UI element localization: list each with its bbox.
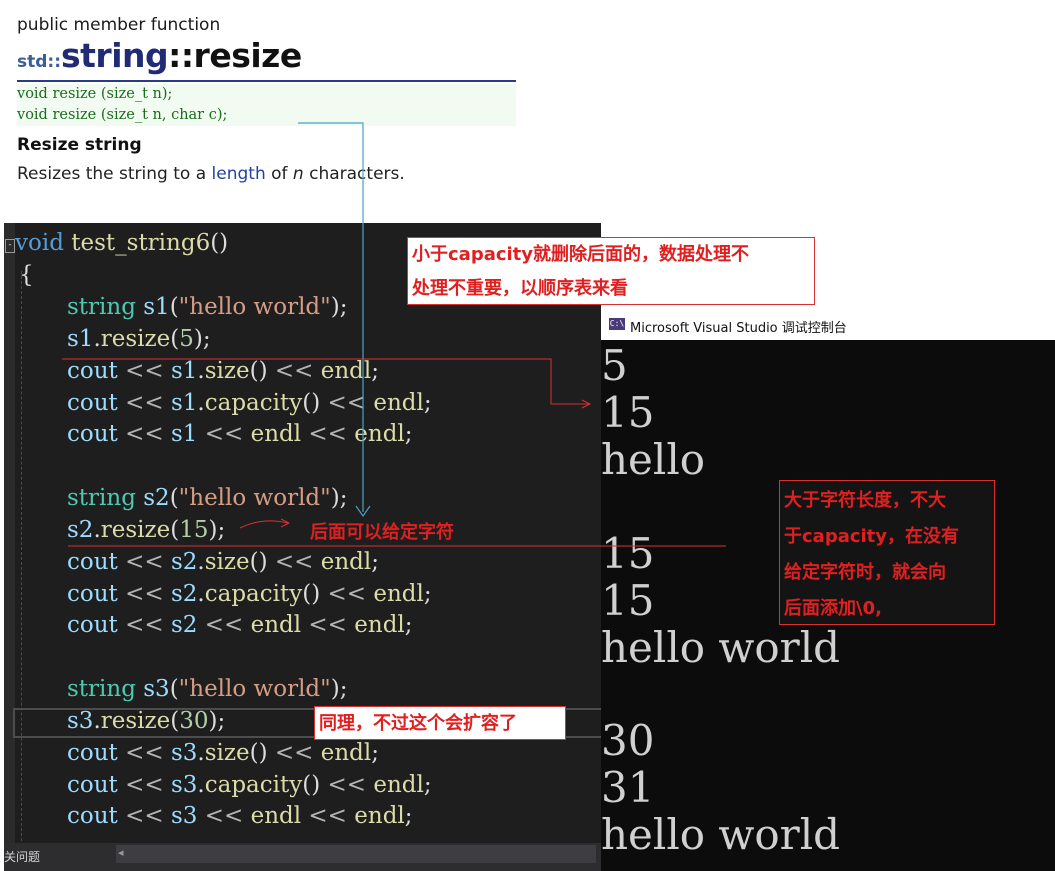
title-class[interactable]: string: [61, 36, 169, 75]
code-line[interactable]: cout << s1 << endl << endl;: [67, 419, 413, 449]
annotation-fill-char: 后面可以给定字符: [310, 522, 454, 543]
prototype-2: void resize (size_t n, char c);: [17, 107, 228, 123]
code-line[interactable]: cout << s1.capacity() << endl;: [67, 388, 432, 418]
code-line[interactable]: cout << s3.size() << endl;: [67, 738, 379, 768]
title-rule: [17, 80, 516, 82]
status-text[interactable]: 关问题: [4, 848, 40, 865]
console-app-icon: C:\: [609, 318, 625, 330]
length-link[interactable]: length: [212, 164, 266, 184]
collapse-icon[interactable]: -: [5, 239, 15, 253]
console-output-line: 30: [601, 716, 655, 765]
console-output-line: hello world: [601, 810, 841, 859]
title-separator: ::: [168, 36, 194, 75]
console-output-line: hello: [601, 435, 706, 484]
title-method: resize: [193, 36, 303, 75]
code-line[interactable]: s1.resize(5);: [67, 324, 211, 354]
section-heading: Resize string: [17, 135, 142, 155]
title-namespace[interactable]: std::: [17, 52, 61, 72]
console-output-line: 15: [601, 388, 655, 437]
code-line[interactable]: s3.resize(30);: [67, 706, 225, 736]
annotation-box-capacity-shrink: 小于capacity就删除后面的，数据处理不 处理不重要，以顺序表来看: [407, 237, 815, 305]
code-line[interactable]: cout << s2.capacity() << endl;: [67, 579, 432, 609]
code-line[interactable]: cout << s2.size() << endl;: [67, 547, 379, 577]
console-title: Microsoft Visual Studio 调试控制台: [630, 321, 847, 336]
annotation-box-null-fill: 大于字符长度，不大 于capacity，在没有 给定字符时，就会向 后面添加\0…: [779, 480, 995, 625]
console-output-line: 5: [601, 341, 628, 390]
code-line-brace[interactable]: {: [19, 260, 34, 290]
horizontal-scrollbar[interactable]: [116, 845, 596, 863]
editor-margin: [4, 223, 15, 843]
code-line[interactable]: cout << s3 << endl << endl;: [67, 801, 413, 831]
annotation-box-expand: 同理，不过这个会扩容了: [314, 706, 566, 740]
console-output-line: 15: [601, 529, 655, 578]
prototype-1: void resize (size_t n);: [17, 86, 173, 102]
console-output-line: hello world: [601, 623, 841, 672]
doc-kind-label: public member function: [17, 15, 221, 35]
doc-title: std::string::resize: [17, 36, 302, 75]
scroll-left-icon[interactable]: ◂: [118, 846, 124, 859]
code-line[interactable]: string s3("hello world");: [67, 674, 347, 704]
code-line[interactable]: string s2("hello world");: [67, 483, 347, 513]
code-line[interactable]: cout << s1.size() << endl;: [67, 356, 379, 386]
code-line[interactable]: cout << s2 << endl << endl;: [67, 610, 413, 640]
console-output-line: 31: [601, 763, 655, 812]
code-editor[interactable]: - void test_string6() { string s1("hello…: [4, 223, 601, 871]
code-line[interactable]: cout << s3.capacity() << endl;: [67, 770, 432, 800]
console-output-line: 15: [601, 576, 655, 625]
indent-guide: [21, 271, 22, 841]
code-line[interactable]: string s1("hello world");: [67, 292, 347, 322]
param-n: n: [292, 164, 304, 184]
description: Resizes the string to a length of n char…: [17, 164, 405, 184]
code-line[interactable]: s2.resize(15);: [67, 515, 225, 545]
code-line-signature[interactable]: void test_string6(): [15, 228, 228, 258]
